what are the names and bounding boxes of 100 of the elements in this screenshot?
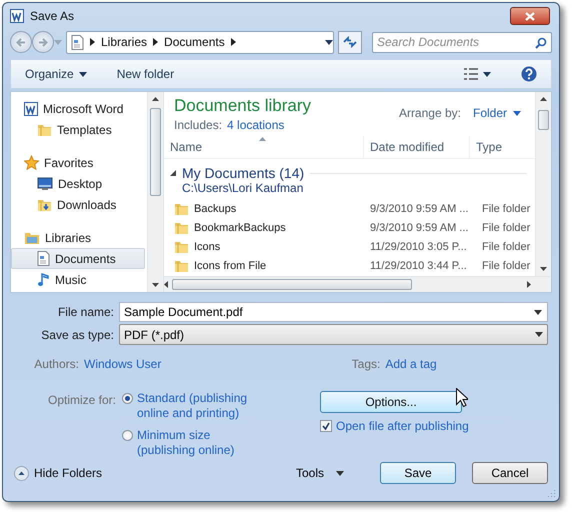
cursor-icon: [456, 388, 468, 407]
list-view-icon: [464, 68, 478, 80]
chevron-icon: [90, 38, 95, 46]
folder-path: C:\Users\Lori Kaufman: [181, 181, 304, 195]
save-button[interactable]: Save: [380, 462, 456, 484]
table-cell-text: File folder: [481, 222, 532, 234]
forward-button[interactable]: [32, 31, 54, 53]
window-title: Save As: [30, 9, 76, 24]
folder-icon: [174, 258, 189, 273]
field-label: Optimize for:: [46, 392, 116, 409]
collapse-circle-icon: [14, 466, 29, 480]
folder-icon: [174, 201, 189, 216]
word-icon: [24, 102, 38, 116]
table-cell-text: 9/3/2010 9:59 AM ...: [369, 202, 470, 214]
new-folder-button[interactable]: New folder: [112, 65, 178, 84]
chevron-icon: [153, 38, 158, 46]
scrollbar[interactable]: [147, 92, 163, 292]
close-button[interactable]: [510, 7, 550, 26]
authors-link[interactable]: Windows User: [84, 357, 162, 371]
star-icon: [24, 155, 39, 170]
history-caret-icon: [54, 40, 62, 44]
breadcrumb-item[interactable]: Documents: [164, 35, 225, 49]
table-cell-text: 9/3/2010 9:59 AM ...: [369, 222, 470, 234]
column-header[interactable]: Type: [470, 136, 535, 158]
caret-icon: [483, 72, 491, 77]
breadcrumb-item[interactable]: Libraries: [101, 35, 148, 49]
caret-icon: [513, 110, 521, 116]
sidebar-item[interactable]: Templates: [11, 119, 145, 140]
back-arrow-icon: [16, 38, 26, 46]
sidebar-item[interactable]: Favorites: [11, 152, 145, 173]
scroll-down-icon: [152, 283, 159, 287]
caret-icon: [535, 332, 543, 337]
file-name-cell[interactable]: Icons from File: [164, 258, 364, 273]
horizontal-scrollbar[interactable]: [164, 276, 551, 292]
folder-icon: [37, 122, 52, 137]
scroll-up-icon: [152, 97, 159, 101]
table-cell-text: 11/29/2010 3:44 P...: [369, 260, 468, 272]
options-button[interactable]: Options...: [320, 391, 462, 413]
back-button[interactable]: [10, 31, 32, 53]
forward-arrow-icon: [38, 38, 48, 46]
table-cell-text: File folder: [481, 260, 532, 272]
sidebar-item[interactable]: Downloads: [11, 194, 145, 215]
libraries-icon: [24, 230, 40, 245]
folder-icon: [174, 239, 189, 254]
field-label: Tags:: [350, 357, 380, 371]
sidebar-item[interactable]: Music: [11, 269, 145, 290]
library-title: Documents library: [174, 96, 312, 116]
expanded-triangle-icon[interactable]: [170, 170, 176, 176]
field-label: Save as type:: [40, 328, 114, 342]
group-title: My Documents (14): [182, 165, 304, 181]
refresh-button[interactable]: [338, 30, 362, 54]
tools-button[interactable]: Tools: [290, 465, 350, 481]
document-icon: [71, 34, 84, 50]
scrollbar-thumb[interactable]: [150, 108, 161, 196]
arrange-by-dropdown[interactable]: Folder: [472, 106, 521, 120]
table-cell-text: 11/29/2010 3:05 P...: [369, 240, 468, 252]
file-type-dropdown[interactable]: PDF (*.pdf): [119, 324, 548, 345]
caret-icon: [336, 470, 344, 476]
column-header[interactable]: Date modified: [364, 136, 470, 158]
file-name-cell[interactable]: Backups: [164, 201, 364, 216]
sidebar-item[interactable]: Microsoft Word: [11, 98, 145, 119]
search-field[interactable]: Search Documents: [372, 32, 552, 52]
music-note-icon: [37, 272, 50, 287]
help-icon: [521, 66, 537, 82]
includes-label: Includes:: [174, 118, 222, 132]
file-name-cell[interactable]: Icons: [164, 239, 364, 254]
sidebar-item[interactable]: Libraries: [11, 227, 145, 248]
field-label: Authors:: [33, 357, 79, 371]
address-bar[interactable]: Libraries Documents: [66, 30, 334, 54]
scroll-right-icon: [527, 281, 531, 288]
search-icon: [535, 36, 547, 48]
radio-option[interactable]: Minimum size (publishing online): [122, 428, 252, 458]
scrollbar-thumb[interactable]: [538, 110, 549, 130]
open-after-checkbox[interactable]: Open file after publishing: [320, 419, 469, 433]
scrollbar-thumb[interactable]: [172, 279, 412, 290]
caret-icon: [78, 72, 87, 77]
sidebar-item[interactable]: Documents: [11, 248, 145, 269]
scrollbar[interactable]: [535, 92, 551, 276]
scroll-up-icon: [540, 97, 547, 101]
add-tag-link[interactable]: Add a tag: [385, 357, 437, 371]
sidebar-item[interactable]: Desktop: [11, 173, 145, 194]
cancel-button[interactable]: Cancel: [472, 462, 548, 484]
organize-button[interactable]: Organize: [21, 65, 91, 84]
file-name-cell[interactable]: BookmarkBackups: [164, 220, 364, 235]
folder-icon: [174, 220, 189, 235]
locations-link[interactable]: 4 locations: [227, 118, 284, 132]
table-cell-text: File folder: [481, 202, 532, 214]
close-icon: [525, 12, 535, 21]
scroll-down-icon: [540, 267, 547, 271]
field-label: File name:: [56, 304, 114, 318]
caret-icon: [534, 310, 542, 314]
file-name-field[interactable]: Sample Document.pdf: [119, 302, 548, 322]
downloads-folder-icon: [37, 197, 52, 212]
radio-option[interactable]: Standard (publishing online and printing): [122, 391, 252, 421]
sort-icon: [259, 137, 266, 141]
hide-folders-button[interactable]: Hide Folders: [10, 466, 102, 480]
chevron-icon: [230, 38, 236, 46]
checkmark-icon: [322, 422, 330, 430]
table-cell-text: File folder: [481, 240, 532, 252]
refresh-icon: [343, 36, 357, 48]
